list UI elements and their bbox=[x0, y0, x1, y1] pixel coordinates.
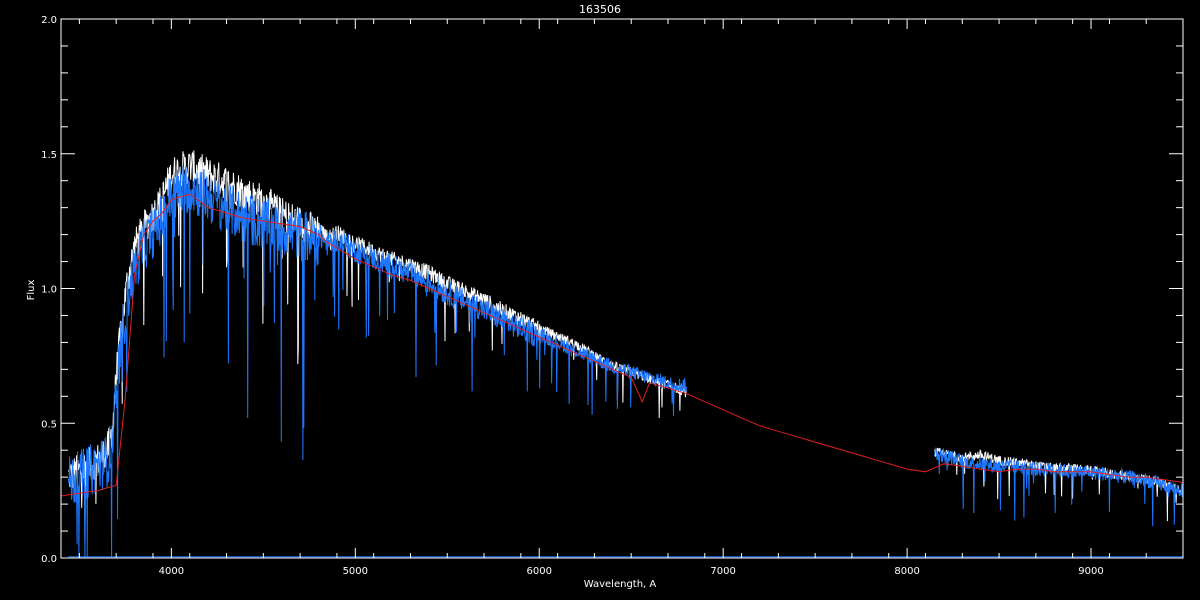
y-axis-label: Flux bbox=[26, 280, 37, 301]
y-tick-label-1.0: 1.0 bbox=[41, 285, 57, 296]
x-tick-label-6000: 6000 bbox=[527, 566, 552, 577]
x-tick-label-9000: 9000 bbox=[1078, 566, 1103, 577]
x-tick-label-8000: 8000 bbox=[894, 566, 919, 577]
y-tick-label-0.5: 0.5 bbox=[41, 419, 57, 430]
y-tick-label-0.0: 0.0 bbox=[41, 554, 57, 565]
chart-background bbox=[0, 0, 1200, 600]
y-tick-label-2.0: 2.0 bbox=[41, 15, 57, 26]
y-tick-label-1.5: 1.5 bbox=[41, 150, 57, 161]
chart-title: 163506 bbox=[579, 3, 621, 16]
spectrum-plot-svg: 163506 Wavelength, A Flux 4000 5000 6000 70… bbox=[0, 0, 1200, 600]
x-tick-label-7000: 7000 bbox=[710, 566, 735, 577]
x-axis-label: Wavelength, A bbox=[584, 579, 657, 590]
spectrum-chart: 163506 Wavelength, A Flux 4000 5000 6000 70… bbox=[0, 0, 1200, 600]
x-tick-label-5000: 5000 bbox=[343, 566, 368, 577]
x-tick-label-4000: 4000 bbox=[159, 566, 184, 577]
